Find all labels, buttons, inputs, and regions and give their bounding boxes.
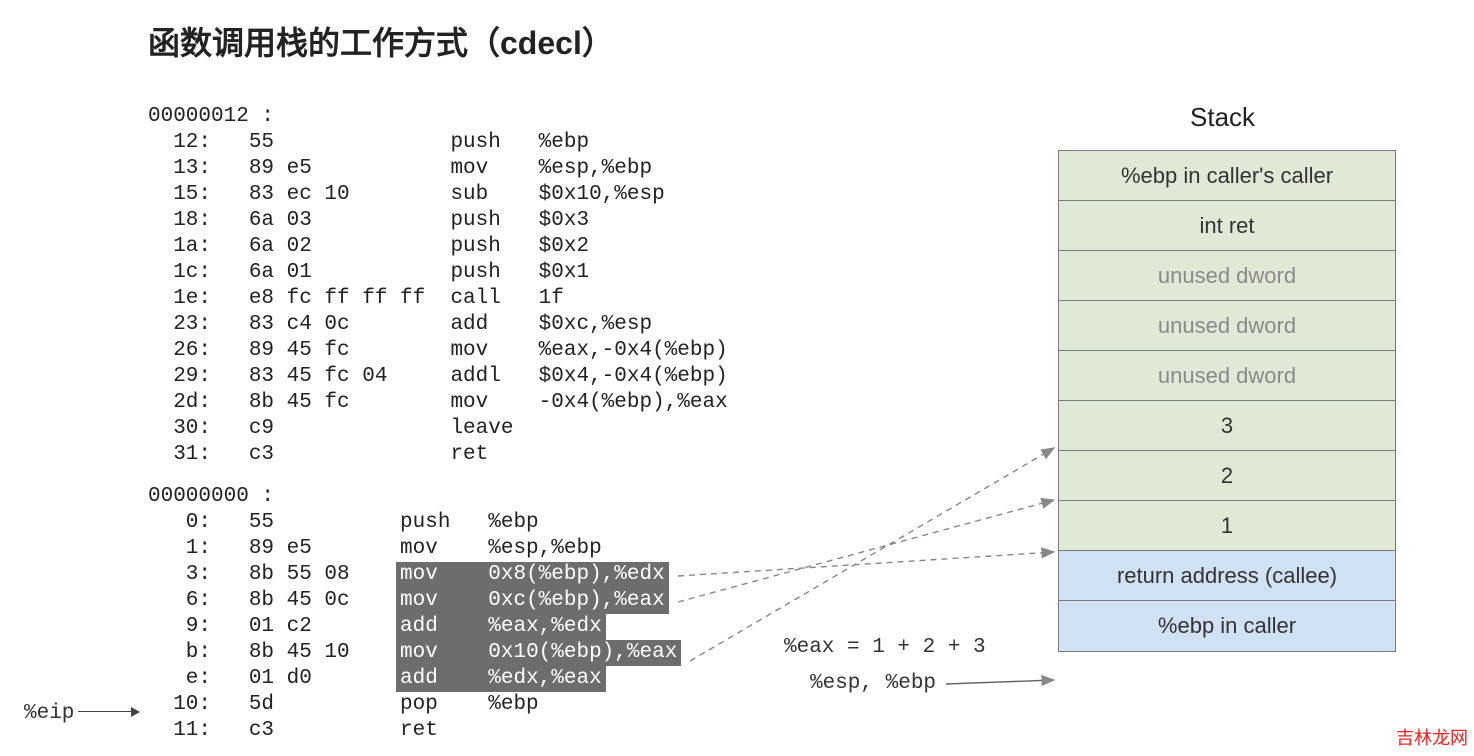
arrow-eip-icon xyxy=(78,711,138,713)
caller-row: 30: c9 leave xyxy=(148,416,728,442)
disasm-caller: 00000012 : 12: 55 push %ebp 13: 89 e5 mo… xyxy=(148,104,728,468)
caller-row: 1a: 6a 02 push $0x2 xyxy=(148,234,728,260)
caller-row: 13: 89 e5 mov %esp,%ebp xyxy=(148,156,728,182)
stack-cell: unused dword xyxy=(1059,301,1395,351)
caller-row: 15: 83 ec 10 sub $0x10,%esp xyxy=(148,182,728,208)
callee-row: 3: 8b 55 08 mov 0x8(%ebp),%edx xyxy=(148,562,681,588)
annot-esp: %esp, %ebp xyxy=(810,672,936,695)
callee-row: 1: 89 e5 mov %esp,%ebp xyxy=(148,536,681,562)
callee-row: 9: 01 c2 add %eax,%edx xyxy=(148,614,681,640)
watermark: 吉林龙网 xyxy=(1396,724,1468,750)
page: 函数调用栈的工作方式（cdecl） 00000012 : 12: 55 push… xyxy=(0,0,1474,756)
callee-row: e: 01 d0 add %edx,%eax xyxy=(148,666,681,692)
annot-eip: %eip xyxy=(24,702,74,725)
callee-header: 00000000 : xyxy=(148,484,681,510)
caller-row: 29: 83 45 fc 04 addl $0x4,-0x4(%ebp) xyxy=(148,364,728,390)
callee-row: b: 8b 45 10 mov 0x10(%ebp),%eax xyxy=(148,640,681,666)
stack-title: Stack xyxy=(1190,102,1255,133)
caller-row: 1c: 6a 01 push $0x1 xyxy=(148,260,728,286)
stack-cell: 3 xyxy=(1059,401,1395,451)
caller-row: 31: c3 ret xyxy=(148,442,728,468)
disasm-callee: 00000000 : 0: 55 push %ebp 1: 89 e5 mov … xyxy=(148,484,681,744)
stack-cell: %ebp in caller's caller xyxy=(1059,151,1395,201)
caller-row: 23: 83 c4 0c add $0xc,%esp xyxy=(148,312,728,338)
callee-row: 6: 8b 45 0c mov 0xc(%ebp),%eax xyxy=(148,588,681,614)
caller-header: 00000012 : xyxy=(148,104,728,130)
stack-cell: %ebp in caller xyxy=(1059,601,1395,651)
callee-row: 0: 55 push %ebp xyxy=(148,510,681,536)
caller-row: 2d: 8b 45 fc mov -0x4(%ebp),%eax xyxy=(148,390,728,416)
stack-cell: return address (callee) xyxy=(1059,551,1395,601)
callee-row: 10: 5d pop %ebp xyxy=(148,692,681,718)
stack-cell: unused dword xyxy=(1059,251,1395,301)
stack-cell: 1 xyxy=(1059,501,1395,551)
annot-eax: %eax = 1 + 2 + 3 xyxy=(784,636,986,659)
stack-cell: int ret xyxy=(1059,201,1395,251)
stack-cell: 2 xyxy=(1059,451,1395,501)
stack-cell: unused dword xyxy=(1059,351,1395,401)
caller-row: 1e: e8 fc ff ff ff call 1f xyxy=(148,286,728,312)
caller-row: 26: 89 45 fc mov %eax,-0x4(%ebp) xyxy=(148,338,728,364)
caller-row: 12: 55 push %ebp xyxy=(148,130,728,156)
page-title: 函数调用栈的工作方式（cdecl） xyxy=(148,18,614,64)
callee-row: 11: c3 ret xyxy=(148,718,681,744)
caller-row: 18: 6a 03 push $0x3 xyxy=(148,208,728,234)
stack-diagram: %ebp in caller's callerint retunused dwo… xyxy=(1058,150,1396,652)
